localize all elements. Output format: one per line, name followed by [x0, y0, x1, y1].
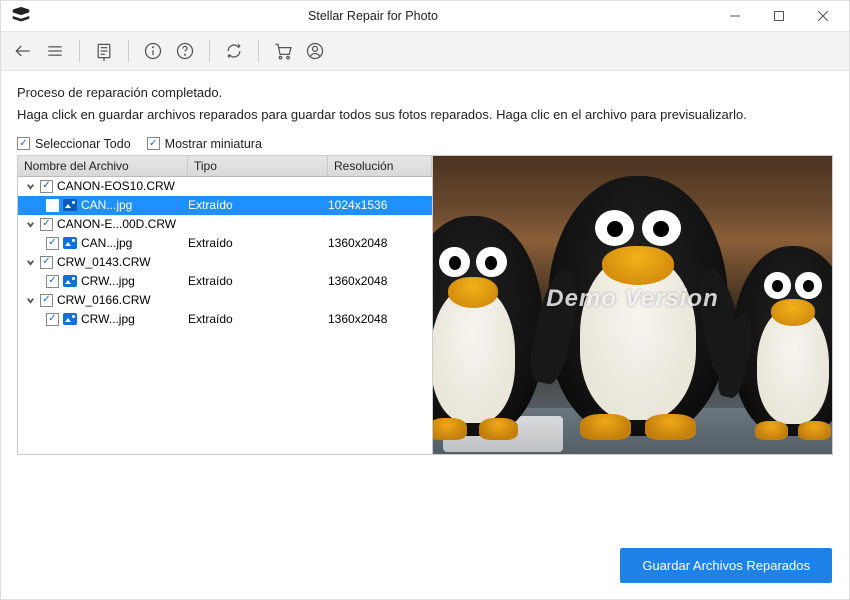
preview-subject	[433, 216, 543, 436]
help-button[interactable]	[171, 37, 199, 65]
preview-pane[interactable]: Demo Version	[433, 156, 832, 454]
chevron-down-icon[interactable]	[24, 180, 36, 192]
child-filename: CRW...jpg	[81, 274, 135, 288]
checkbox-icon[interactable]	[40, 294, 53, 307]
col-type[interactable]: Tipo	[188, 156, 328, 176]
window-controls	[713, 1, 845, 31]
content-area: Proceso de reparación completado. Haga c…	[1, 71, 849, 465]
checkbox-icon[interactable]	[40, 180, 53, 193]
toolbar-separator	[79, 40, 80, 62]
maximize-button[interactable]	[757, 1, 801, 31]
select-all-checkbox[interactable]: Seleccionar Todo	[17, 137, 131, 151]
col-resolution[interactable]: Resolución	[328, 156, 432, 176]
group-filename: CANON-EOS10.CRW	[57, 179, 175, 193]
table-header: Nombre del Archivo Tipo Resolución	[18, 156, 432, 177]
show-thumbnail-checkbox[interactable]: Mostrar miniatura	[147, 137, 262, 151]
image-file-icon	[63, 237, 77, 249]
image-file-icon	[63, 275, 77, 287]
child-filename: CRW...jpg	[81, 312, 135, 326]
cell-type: Extraído	[188, 198, 328, 212]
cell-resolution: 1024x1536	[328, 198, 432, 212]
table-row[interactable]: CAN...jpg Extraído1360x2048	[18, 234, 432, 253]
toolbar-separator	[258, 40, 259, 62]
refresh-button[interactable]	[220, 37, 248, 65]
cell-resolution: 1360x2048	[328, 236, 432, 250]
preview-subject	[733, 246, 832, 436]
table-row[interactable]: CRW...jpg Extraído1360x2048	[18, 272, 432, 291]
toolbar-separator	[128, 40, 129, 62]
checkbox-icon[interactable]	[46, 313, 59, 326]
file-table: Nombre del Archivo Tipo Resolución CANON…	[18, 156, 433, 454]
back-button[interactable]	[9, 37, 37, 65]
image-file-icon	[63, 199, 77, 211]
split-pane: Nombre del Archivo Tipo Resolución CANON…	[17, 155, 833, 455]
chevron-down-icon[interactable]	[24, 218, 36, 230]
checkbox-icon[interactable]	[40, 256, 53, 269]
app-icon	[9, 4, 33, 28]
list-button[interactable]	[90, 37, 118, 65]
checkbox-icon[interactable]	[46, 237, 59, 250]
cell-resolution: 1360x2048	[328, 312, 432, 326]
table-body: CANON-EOS10.CRWCAN...jpgExtraído1024x153…	[18, 177, 432, 454]
table-group-row[interactable]: CANON-E...00D.CRW	[18, 215, 432, 234]
checkbox-icon	[147, 137, 160, 150]
cell-resolution: 1360x2048	[328, 274, 432, 288]
info-button[interactable]	[139, 37, 167, 65]
group-filename: CRW_0166.CRW	[57, 293, 151, 307]
col-filename[interactable]: Nombre del Archivo	[18, 156, 188, 176]
cell-type: Extraído	[188, 236, 328, 250]
table-group-row[interactable]: CANON-EOS10.CRW	[18, 177, 432, 196]
group-filename: CRW_0143.CRW	[57, 255, 151, 269]
close-button[interactable]	[801, 1, 845, 31]
checkbox-icon[interactable]	[46, 275, 59, 288]
account-button[interactable]	[301, 37, 329, 65]
chevron-down-icon[interactable]	[24, 256, 36, 268]
preview-subject	[548, 176, 728, 436]
table-row[interactable]: CRW...jpg Extraído1360x2048	[18, 310, 432, 329]
chevron-down-icon[interactable]	[24, 294, 36, 306]
menu-button[interactable]	[41, 37, 69, 65]
group-filename: CANON-E...00D.CRW	[57, 217, 176, 231]
window-title: Stellar Repair for Photo	[33, 9, 713, 23]
toolbar	[1, 31, 849, 71]
show-thumbnail-label: Mostrar miniatura	[165, 137, 262, 151]
status-heading: Proceso de reparación completado.	[17, 85, 833, 100]
table-group-row[interactable]: CRW_0143.CRW	[18, 253, 432, 272]
select-all-label: Seleccionar Todo	[35, 137, 131, 151]
options-row: Seleccionar Todo Mostrar miniatura	[17, 137, 833, 151]
footer: Guardar Archivos Reparados	[0, 530, 850, 600]
table-row[interactable]: CAN...jpg Extraído1024x1536	[18, 196, 432, 215]
toolbar-separator	[209, 40, 210, 62]
image-file-icon	[63, 313, 77, 325]
titlebar: Stellar Repair for Photo	[1, 1, 849, 31]
save-repaired-button[interactable]: Guardar Archivos Reparados	[620, 548, 832, 583]
cell-type: Extraído	[188, 312, 328, 326]
checkbox-icon[interactable]	[40, 218, 53, 231]
cart-button[interactable]	[269, 37, 297, 65]
child-filename: CAN...jpg	[81, 198, 132, 212]
checkbox-icon[interactable]	[46, 199, 59, 212]
minimize-button[interactable]	[713, 1, 757, 31]
status-subtext: Haga click en guardar archivos reparados…	[17, 106, 797, 125]
child-filename: CAN...jpg	[81, 236, 132, 250]
cell-type: Extraído	[188, 274, 328, 288]
table-group-row[interactable]: CRW_0166.CRW	[18, 291, 432, 310]
checkbox-icon	[17, 137, 30, 150]
